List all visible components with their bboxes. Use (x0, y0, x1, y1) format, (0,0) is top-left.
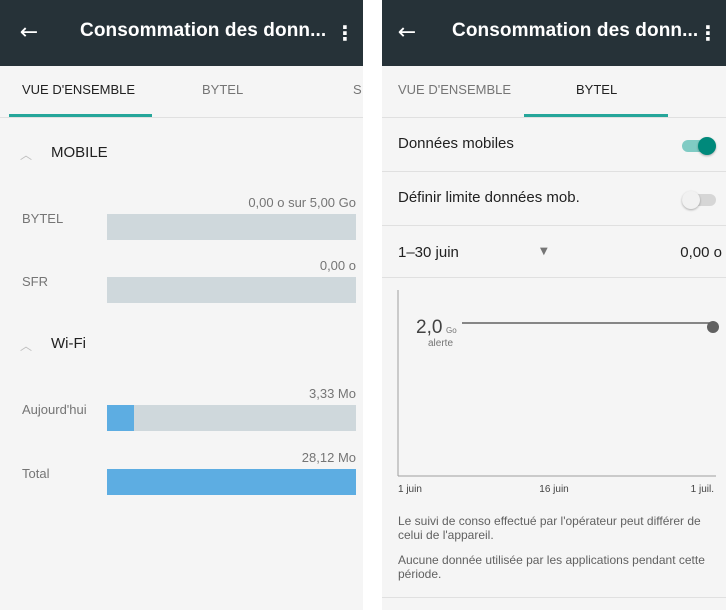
limit-setting[interactable]: Définir limite données mob. (382, 172, 726, 226)
limit-toggle[interactable] (682, 191, 716, 209)
usage-row-value: 3,33 Mo (309, 386, 356, 401)
page-title: Consommation des donn... (80, 20, 327, 41)
mobile-data-setting[interactable]: Données mobiles (382, 118, 726, 172)
back-arrow-icon[interactable]: ← (392, 18, 422, 48)
usage-row-value: 0,00 o (319, 258, 356, 273)
toggle-thumb (682, 191, 700, 209)
usage-row-label: BYTEL (22, 211, 64, 226)
usage-row-label: SFR (22, 274, 48, 289)
limit-label: Définir limite données mob. (398, 189, 580, 206)
usage-bar (107, 469, 356, 495)
section-label: Wi-Fi (51, 335, 86, 352)
x-tick-label: 1 juil. (691, 484, 714, 495)
x-tick-label: 1 juin (398, 484, 422, 495)
tab-bar: VUE D'ENSEMBLE BYTEL S (0, 66, 363, 118)
usage-bar-fill (107, 405, 135, 431)
more-options-icon[interactable]: ⋮ (696, 18, 720, 48)
dropdown-caret-icon[interactable]: ▼ (540, 246, 548, 257)
usage-row-today[interactable]: Aujourd'hui 3,33 Mo (0, 386, 363, 436)
usage-bar-fill (107, 469, 356, 495)
operator-note: Le suivi de conso effectué par l'opérate… (398, 514, 701, 542)
period-label: 1–30 juin (398, 244, 459, 261)
toggle-thumb (698, 137, 716, 155)
period-selector[interactable]: 1–30 juin ▼ 0,00 o (382, 228, 726, 278)
bytel-panel: ← Consommation des donn... ⋮ VUE D'ENSEM… (382, 0, 726, 610)
mobile-data-label: Données mobiles (398, 135, 514, 152)
tab-bytel[interactable]: BYTEL (202, 66, 243, 118)
usage-bar (107, 405, 356, 431)
alert-limit-handle[interactable] (707, 321, 719, 333)
usage-bar (107, 277, 356, 303)
usage-row-value: 28,12 Mo (301, 450, 356, 465)
app-bar: ← Consommation des donn... ⋮ (0, 0, 363, 66)
bottom-divider (382, 597, 726, 598)
alert-value-label: 2,0 (416, 317, 442, 338)
more-options-icon[interactable]: ⋮ (333, 18, 357, 48)
back-arrow-icon[interactable]: ← (14, 18, 44, 48)
tab-indicator (9, 114, 152, 117)
usage-row-value: 0,00 o sur 5,00 Go (248, 195, 356, 210)
usage-row-sfr[interactable]: SFR 0,00 o (0, 258, 363, 308)
alert-unit-label: Go (446, 326, 457, 335)
section-wifi-header[interactable]: ︿ Wi-Fi (0, 331, 363, 361)
tab-overview[interactable]: VUE D'ENSEMBLE (22, 66, 135, 118)
usage-chart: 2,0 Go alerte 1 juin 16 juin 1 juil. (397, 290, 719, 495)
usage-row-label: Aujourd'hui (22, 402, 87, 417)
tab-indicator (524, 114, 668, 117)
collapse-chevron-icon: ︿ (20, 148, 33, 162)
alert-caption: alerte (428, 338, 453, 349)
tab-bytel[interactable]: BYTEL (576, 66, 617, 118)
section-mobile-header[interactable]: ︿ MOBILE (0, 140, 363, 170)
usage-bar (107, 214, 356, 240)
mobile-data-toggle[interactable] (682, 137, 716, 155)
usage-row-bytel[interactable]: BYTEL 0,00 o sur 5,00 Go (0, 195, 363, 245)
collapse-chevron-icon: ︿ (20, 339, 33, 353)
tab-overview[interactable]: VUE D'ENSEMBLE (398, 66, 511, 118)
no-data-note: Aucune donnée utilisée par les applicati… (398, 553, 705, 581)
overview-panel: ← Consommation des donn... ⋮ VUE D'ENSEM… (0, 0, 363, 610)
app-bar: ← Consommation des donn... ⋮ (382, 0, 726, 66)
usage-row-label: Total (22, 466, 50, 481)
page-title: Consommation des donn... (452, 20, 699, 41)
section-label: MOBILE (51, 144, 108, 161)
tab-bar: VUE D'ENSEMBLE BYTEL (382, 66, 726, 118)
period-usage-value: 0,00 o (680, 244, 722, 261)
tab-sfr[interactable]: S (353, 66, 362, 118)
usage-row-total[interactable]: Total 28,12 Mo (0, 450, 363, 500)
x-tick-label: 16 juin (539, 484, 568, 495)
